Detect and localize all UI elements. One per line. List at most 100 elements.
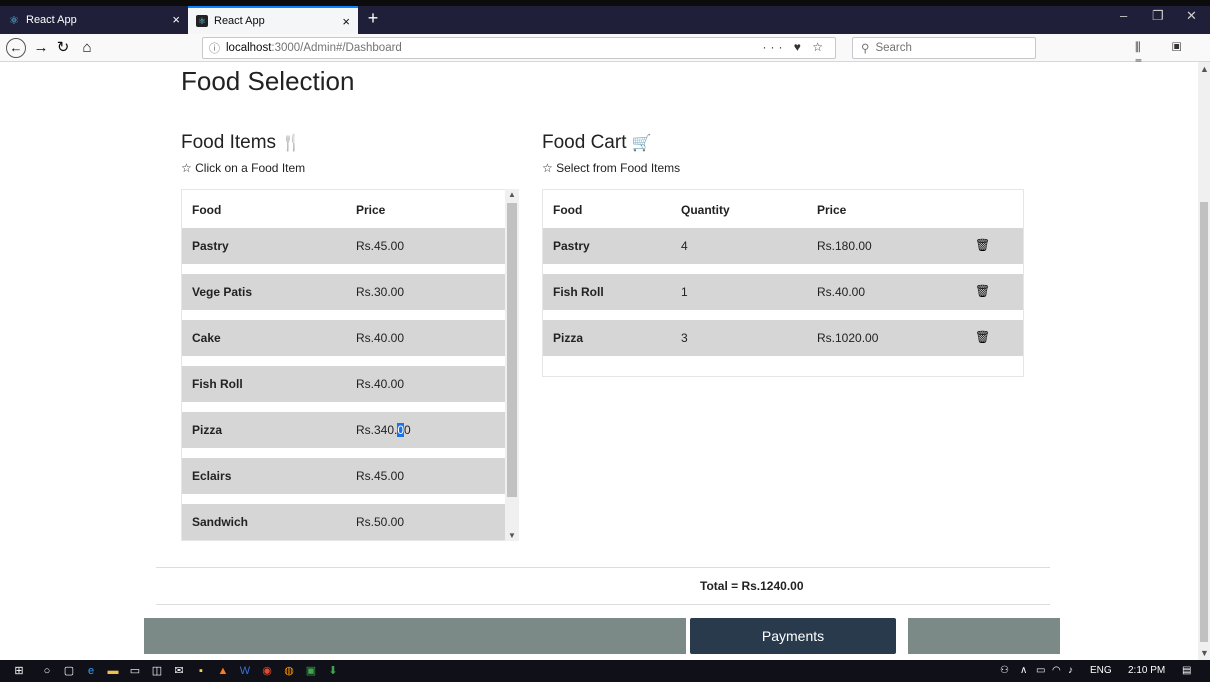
chrome-icon[interactable]: ◉ — [260, 664, 274, 678]
column-food: Food — [192, 203, 222, 217]
table-row[interactable]: Vege Patis Rs.30.00 — [182, 274, 506, 310]
food-name: Pastry — [192, 239, 229, 253]
divider — [156, 567, 1050, 568]
page-title: Food Selection — [181, 66, 355, 96]
food-cart-heading: Food Cart 🛒 — [542, 132, 652, 153]
home-icon[interactable]: ⌂ — [76, 38, 98, 58]
cart-row: Pastry 4 Rs.180.00 🗑 — [543, 228, 1023, 264]
people-icon[interactable]: ⚇ — [1000, 665, 1009, 676]
back-button[interactable]: ← — [6, 38, 26, 58]
tab-react-app-2[interactable]: ⚛ React App × — [188, 6, 358, 34]
browser-tab-strip: ⚛ React App × ⚛ React App × + – ❐ ✕ — [0, 0, 1210, 34]
restore-button[interactable]: ❐ — [1152, 8, 1164, 24]
food-name: Vege Patis — [192, 285, 253, 299]
windows-taskbar: ⊞ ○ ▢ e ▬ ▭ ◫ ✉ ▪ ▲ W ◉ ◍ ▣ ⬇ ⚇ ∧ ▭ ◠ ♪ … — [0, 660, 1210, 682]
footer-bar-right — [908, 618, 1060, 654]
table-row[interactable]: Eclairs Rs.45.00 — [182, 458, 506, 494]
windows-start-icon[interactable]: ⊞ — [12, 664, 26, 678]
scroll-up-icon[interactable]: ▲ — [508, 190, 516, 199]
utensils-icon: 🍴 — [281, 135, 302, 152]
cart-price: Rs.40.00 — [817, 285, 866, 299]
store-icon[interactable]: ◫ — [150, 664, 164, 678]
tab-close-icon[interactable]: × — [342, 14, 350, 29]
page-scrollbar[interactable]: ▲ ▼ — [1198, 62, 1210, 660]
payments-button[interactable]: Payments — [690, 618, 896, 654]
mail-icon[interactable]: ✉ — [172, 664, 186, 678]
divider — [156, 604, 1050, 605]
notification-icon[interactable]: ▤ — [1182, 665, 1191, 676]
food-name: Sandwich — [192, 515, 249, 529]
food-price: Rs.50.00 — [356, 515, 405, 529]
scroll-thumb[interactable] — [507, 203, 517, 497]
table-row[interactable]: Pizza Rs.340.00 — [182, 412, 506, 448]
battery-icon[interactable]: ▭ — [1036, 665, 1045, 676]
scroll-up-icon[interactable]: ▲ — [1200, 64, 1209, 74]
table-row[interactable]: Cake Rs.40.00 — [182, 320, 506, 356]
trash-icon[interactable]: 🗑 — [975, 330, 990, 344]
browser-nav-bar: ← → ↻ ⌂ ⓘ localhost :3000/Admin#/Dashboa… — [0, 34, 1210, 69]
cart-row: Fish Roll 1 Rs.40.00 🗑 — [543, 274, 1023, 310]
tab-label: React App — [214, 15, 265, 27]
star-icon: ☆ — [542, 161, 553, 175]
food-items-hint: ☆ Click on a Food Item — [181, 161, 306, 175]
cart-quantity: 1 — [681, 285, 688, 299]
trash-icon[interactable]: 🗑 — [975, 284, 990, 298]
food-price: Rs.45.00 — [356, 239, 405, 253]
food-price: Rs.40.00 — [356, 377, 405, 391]
notes-icon[interactable]: ▪ — [194, 664, 208, 678]
food-name: Fish Roll — [192, 377, 243, 391]
cart-price: Rs.1020.00 — [817, 331, 879, 345]
tab-close-icon[interactable]: × — [172, 12, 180, 27]
task-view-icon[interactable]: ▢ — [62, 664, 76, 678]
table-row[interactable]: Sandwich Rs.50.00 — [182, 504, 506, 540]
wifi-icon[interactable]: ◠ — [1052, 665, 1061, 676]
search-placeholder: Search — [875, 42, 912, 54]
scroll-down-icon[interactable]: ▼ — [1200, 648, 1209, 658]
footer-bar-left — [144, 618, 686, 654]
page-actions[interactable]: ··· ♥ ☆ — [762, 40, 827, 54]
scroll-thumb[interactable] — [1200, 202, 1208, 642]
reload-icon[interactable]: ↻ — [52, 38, 74, 58]
star-icon: ☆ — [181, 161, 192, 175]
cortana-icon[interactable]: ○ — [40, 664, 54, 678]
file-explorer-icon[interactable]: ▬ — [106, 664, 120, 678]
scroll-down-icon[interactable]: ▼ — [508, 531, 516, 540]
table-row[interactable]: Fish Roll Rs.40.00 — [182, 366, 506, 402]
table-row[interactable]: Pastry Rs.45.00 — [182, 228, 506, 264]
react-icon: ⚛ — [196, 15, 208, 27]
food-cart-table: Food Quantity Price Pastry 4 Rs.180.00 🗑… — [542, 189, 1024, 377]
clock[interactable]: 2:10 PM — [1128, 665, 1165, 676]
food-name: Pizza — [192, 423, 223, 437]
volume-icon[interactable]: ♪ — [1068, 665, 1073, 676]
column-food: Food — [553, 203, 583, 217]
forward-button[interactable]: → — [30, 38, 52, 58]
food-price: Rs.340.00 — [356, 423, 411, 437]
cart-quantity: 3 — [681, 331, 688, 345]
cart-quantity: 4 — [681, 239, 688, 253]
vlc-icon[interactable]: ▲ — [216, 664, 230, 678]
food-items-heading: Food Items 🍴 — [181, 132, 302, 153]
language-indicator[interactable]: ENG — [1090, 665, 1112, 676]
cart-icon: 🛒 — [631, 135, 652, 152]
tray-up-icon[interactable]: ∧ — [1020, 665, 1027, 676]
word-icon[interactable]: W — [238, 664, 252, 678]
close-window-button[interactable]: ✕ — [1186, 8, 1197, 24]
address-bar[interactable]: ⓘ localhost :3000/Admin#/Dashboard ··· ♥… — [202, 37, 836, 59]
minimize-button[interactable]: – — [1120, 8, 1127, 23]
cart-price: Rs.180.00 — [817, 239, 872, 253]
tab-react-app-1[interactable]: ⚛ React App × — [0, 6, 188, 34]
download-icon[interactable]: ⬇ — [326, 664, 340, 678]
info-icon[interactable]: ⓘ — [209, 40, 220, 56]
edge-icon[interactable]: e — [84, 664, 98, 678]
new-tab-button[interactable]: + — [362, 8, 384, 29]
trash-icon[interactable]: 🗑 — [975, 238, 990, 252]
cart-food: Pizza — [553, 331, 584, 345]
app-icon[interactable]: ▭ — [128, 664, 142, 678]
search-input[interactable]: ⚲ Search — [852, 37, 1036, 59]
food-items-scrollbar[interactable]: ▲ ▼ — [505, 189, 519, 541]
firefox-icon[interactable]: ◍ — [282, 664, 296, 678]
food-name: Cake — [192, 331, 221, 345]
cart-row: Pizza 3 Rs.1020.00 🗑 — [543, 320, 1023, 356]
food-price: Rs.30.00 — [356, 285, 405, 299]
app-icon[interactable]: ▣ — [304, 664, 318, 678]
